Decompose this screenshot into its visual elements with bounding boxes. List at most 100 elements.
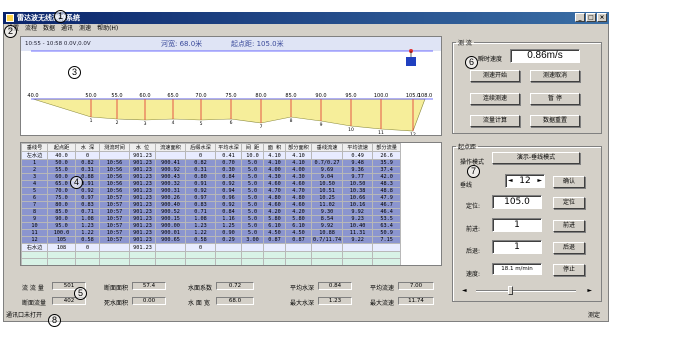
x-tick-label: 55.0 <box>111 93 122 99</box>
vertical-spinner[interactable]: ◄ 12 ► <box>505 174 545 188</box>
table-row[interactable]: 10 95.0 1.23 10:57 901.23 900.00 1.23 1.25 5.0 6.… <box>21 222 402 230</box>
table-cell: 0.84 <box>215 208 242 216</box>
table-cell: 5.0 <box>241 159 264 167</box>
start-measure-button[interactable]: 测速开始 <box>470 70 520 82</box>
menu-item-data[interactable]: 数据 <box>43 24 55 34</box>
empty-cell <box>185 258 216 265</box>
spinner-left-icon[interactable]: ◄ <box>508 175 513 187</box>
table-row[interactable]: 右水边 108 0 901.23 0 <box>21 243 402 252</box>
table-header[interactable]: 间 距 <box>241 143 264 152</box>
avg-speed-value: 7.00 <box>398 282 434 290</box>
status-bar: 通讯口未打开 测定 <box>4 311 608 321</box>
table-cell: 2 <box>21 166 48 174</box>
table-row[interactable]: 11 100.0 1.22 10:57 901.23 900.01 1.22 0.90 5.0 4… <box>21 229 402 237</box>
table-row[interactable]: 6 75.0 0.97 10:57 901.23 900.26 0.97 0.96 5.0 4.8… <box>21 194 402 202</box>
table-cell: 90.0 <box>47 215 76 223</box>
table-header[interactable]: 后缀水深 <box>185 143 216 152</box>
table-header[interactable]: 平均流速 <box>342 143 374 152</box>
reset-data-button[interactable]: 数据重置 <box>530 115 580 127</box>
menu-item-measure[interactable]: 测速 <box>79 24 91 34</box>
table-cell: 0.92 <box>185 187 216 195</box>
stop-button[interactable]: 停止 <box>553 264 585 276</box>
table-cell: 0.70 <box>215 159 242 167</box>
table-cell: 46.7 <box>372 201 402 209</box>
table-header[interactable]: 起点距 <box>47 143 76 152</box>
marker-5: 5 <box>74 287 87 300</box>
table-cell: 5.80 <box>263 215 286 223</box>
max-depth-label: 最大水深 <box>290 300 315 307</box>
table-header[interactable]: 测流时间 <box>99 143 130 152</box>
table-cell: 左水边 <box>21 151 48 160</box>
table-header[interactable]: 水 深 <box>75 143 100 152</box>
backward-button[interactable]: 后退 <box>553 242 585 254</box>
position-input[interactable]: 105.0 <box>492 195 542 209</box>
close-button[interactable]: × <box>597 13 607 22</box>
table-cell <box>99 243 130 252</box>
cross-section-profile: 10:55 - 10:58 0.0V,0.0V 河宽: 68.0米 起点距: 1… <box>20 36 442 136</box>
marker-3: 3 <box>68 66 81 79</box>
table-row[interactable]: 2 55.0 0.31 10:56 901.23 900.92 0.31 0.30 5.0 4.0… <box>21 166 402 174</box>
table-cell: 1.25 <box>215 222 242 230</box>
forward-input[interactable]: 1 <box>492 218 542 232</box>
table-cell <box>372 243 402 252</box>
backward-label: 后退: <box>466 248 481 255</box>
spinner-right-icon[interactable]: ► <box>537 175 542 187</box>
table-cell: 1.22 <box>75 229 100 237</box>
menu-item-process[interactable]: 流程 <box>25 24 37 34</box>
table-cell: 4.60 <box>263 180 286 188</box>
instant-speed-display: 0.86m/s <box>510 49 580 63</box>
table-cell <box>285 243 312 252</box>
table-row[interactable]: 7 80.0 0.83 10:57 901.23 900.40 0.83 0.92 5.0 4.6… <box>21 201 402 209</box>
table-cell: 100.0 <box>47 229 76 237</box>
table-cell: 1.08 <box>185 215 216 223</box>
table-header[interactable]: 水 位 <box>129 143 156 152</box>
maximize-button[interactable]: □ <box>586 13 596 22</box>
confirm-button[interactable]: 确认 <box>553 176 585 188</box>
x-tick-label: 50.0 <box>85 93 96 99</box>
vertical-number: 3 <box>144 121 147 127</box>
empty-cell <box>21 251 48 259</box>
slider-right-icon[interactable]: ► <box>587 287 592 294</box>
minimize-button[interactable]: _ <box>575 13 585 22</box>
continuous-measure-button[interactable]: 连续测速 <box>470 93 520 105</box>
table-cell: 5.0 <box>241 215 264 223</box>
table-header[interactable]: 部分流量 <box>372 143 402 152</box>
table-header[interactable]: 流速面积 <box>155 143 186 152</box>
forward-button[interactable]: 前进 <box>553 220 585 232</box>
table-cell: 10:56 <box>99 166 130 174</box>
table-header[interactable]: 垂线号 <box>21 143 48 152</box>
table-cell: 4.80 <box>285 194 312 202</box>
empty-cell <box>343 266 373 267</box>
table-cell: 8.54 <box>310 215 344 223</box>
table-cell: 10.40 <box>342 222 374 230</box>
position-button[interactable]: 定位 <box>553 197 585 209</box>
table-row[interactable]: 1 50.0 0.82 10:56 901.23 900.41 0.82 0.70 5.0 4.1… <box>21 159 402 167</box>
table-row[interactable]: 9 90.0 1.08 10:57 901.23 900.15 1.08 1.16 5.0 5.8… <box>21 215 402 223</box>
speed-slider[interactable]: ◄ ► <box>462 286 592 296</box>
pause-button[interactable]: 暂 停 <box>530 93 580 105</box>
table-header[interactable]: 平均水深 <box>215 143 242 152</box>
table-cell: 0.31 <box>185 166 216 174</box>
mode-select[interactable]: 演示-垂线模式 <box>492 152 580 164</box>
table-row[interactable]: 左水边 40.0 0 901.23 0 0.41 10.0 4.10 4.10 0.49 26.6 <box>21 151 402 160</box>
table-row[interactable]: 8 85.0 0.71 10:57 901.23 900.52 0.71 0.84 5.0 4.2… <box>21 208 402 216</box>
table-cell <box>342 243 374 252</box>
table-header[interactable]: 垂线流速 <box>310 143 344 152</box>
table-cell: 900.43 <box>155 173 186 181</box>
menu-item-help[interactable]: 帮助(H) <box>97 24 118 34</box>
table-header[interactable]: 部分面积 <box>285 143 312 152</box>
cancel-measure-button[interactable]: 测速取消 <box>530 70 580 82</box>
table-cell: 11.02 <box>310 201 344 209</box>
table-cell: 4.10 <box>263 159 286 167</box>
radar-sensor-icon[interactable] <box>406 57 416 66</box>
table-cell: 9.22 <box>342 236 374 244</box>
menu-item-comm[interactable]: 通讯 <box>61 24 73 34</box>
slider-left-icon[interactable]: ◄ <box>462 287 467 294</box>
table-header[interactable]: 面 积 <box>263 143 286 152</box>
backward-input[interactable]: 1 <box>492 240 542 254</box>
table-row[interactable]: 12 105 0.58 10:57 901.23 900.65 0.58 0.29 3.00 0.… <box>21 236 402 244</box>
slider-thumb[interactable] <box>508 286 513 295</box>
calc-flow-button[interactable]: 流量计算 <box>470 115 520 127</box>
water-coef-label: 水面系数 <box>188 285 213 292</box>
empty-cell <box>185 251 216 259</box>
